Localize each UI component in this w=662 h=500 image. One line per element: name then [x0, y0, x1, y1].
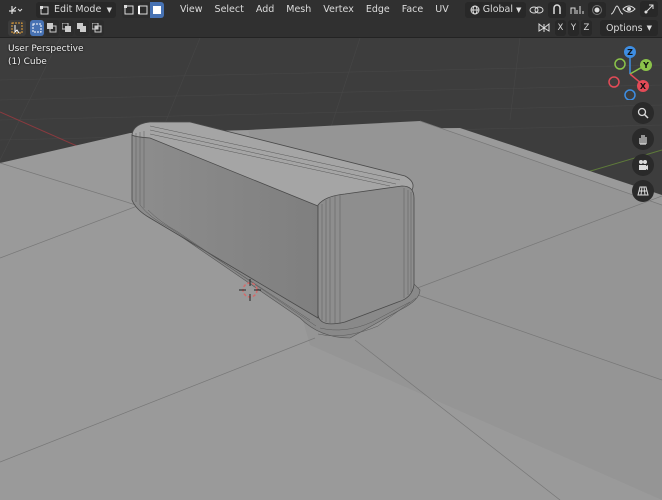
visibility-button[interactable] — [620, 1, 638, 17]
menu-bar: View Select Add Mesh Vertex Edge Face UV — [174, 2, 455, 18]
vertex-select-mode-button[interactable] — [122, 1, 136, 18]
perspective-toggle-button[interactable] — [632, 180, 654, 202]
mirror-z-button[interactable]: Z — [580, 20, 592, 36]
transform-settings: Global ▼ — [464, 1, 627, 18]
magnifier-icon — [637, 107, 649, 119]
select-extend-button[interactable] — [45, 20, 59, 36]
edge-select-icon — [138, 5, 148, 14]
active-tool-button[interactable] — [8, 20, 26, 36]
tool-settings-bar: X Y Z Options ▼ — [0, 19, 662, 38]
zoom-button[interactable] — [632, 102, 654, 124]
edge-select-mode-button[interactable] — [136, 1, 150, 18]
global-orientation-icon — [470, 5, 480, 14]
viewport-shading-segment — [122, 1, 164, 18]
chevron-down-icon: ▼ — [106, 5, 112, 14]
mirror-y-button[interactable]: Y — [567, 20, 579, 36]
snap-icon — [553, 3, 562, 14]
select-subtract-button[interactable] — [60, 20, 74, 36]
gizmo-icon — [644, 4, 654, 14]
select-invert-icon — [77, 23, 86, 32]
select-cursor-icon — [11, 22, 23, 34]
navigation-gizmo[interactable]: Z Y X — [606, 44, 654, 101]
gizmo-neg-y-axis[interactable] — [614, 58, 626, 70]
snap-target-button[interactable] — [568, 2, 586, 18]
camera-view-button[interactable] — [632, 154, 654, 176]
viewport-header: Edit Mode ▼ View Select Add Mesh Vertex … — [0, 0, 662, 19]
menu-add[interactable]: Add — [250, 2, 280, 18]
gizmo-neg-x-axis[interactable] — [608, 76, 620, 88]
mode-select[interactable]: Edit Mode ▼ — [36, 1, 116, 18]
menu-view[interactable]: View — [174, 2, 209, 18]
snap-increment-icon — [570, 5, 584, 14]
view-name: User Perspective — [8, 44, 84, 54]
mirror-x-button[interactable]: X — [554, 20, 566, 36]
link-icon — [529, 6, 544, 13]
menu-face[interactable]: Face — [396, 2, 429, 18]
select-invert-button[interactable] — [75, 20, 89, 36]
hand-icon — [639, 135, 647, 145]
pivot-point-button[interactable] — [528, 2, 546, 18]
mode-label: Edit Mode — [54, 4, 102, 15]
select-intersect-button[interactable] — [90, 20, 104, 36]
scene-render — [0, 38, 662, 500]
select-new-icon — [32, 23, 42, 33]
vertex-select-icon — [124, 4, 134, 14]
proportional-editing-icon — [592, 4, 603, 15]
edit-mode-icon — [40, 5, 49, 14]
chevron-down-icon: ▼ — [516, 5, 522, 14]
editor-type-button[interactable] — [4, 2, 28, 18]
menu-vertex[interactable]: Vertex — [317, 2, 360, 18]
tool-settings-right: X Y Z Options ▼ — [535, 20, 658, 36]
menu-edge[interactable]: Edge — [360, 2, 396, 18]
grid-perspective-icon — [637, 186, 649, 196]
menu-mesh[interactable]: Mesh — [280, 2, 317, 18]
menu-uv[interactable]: UV — [429, 2, 454, 18]
chevron-down-icon: ▼ — [646, 24, 652, 32]
butterfly-mirror-icon — [538, 22, 550, 32]
gizmo-neg-z-axis[interactable] — [624, 89, 636, 101]
gizmo-x-label: X — [640, 82, 647, 91]
selection-mode-group — [30, 20, 104, 36]
options-label: Options — [605, 22, 643, 34]
mirror-button[interactable] — [535, 20, 553, 36]
select-intersect-icon — [92, 23, 102, 33]
orientation-select[interactable]: Global ▼ — [464, 1, 527, 18]
select-subtract-icon — [62, 23, 71, 32]
orientation-label: Global — [482, 4, 513, 15]
3d-viewport[interactable]: User Perspective (1) Cube Z Y X — [0, 38, 662, 500]
object-name: (1) Cube — [8, 57, 47, 67]
face-select-icon — [153, 5, 161, 14]
camera-icon — [639, 160, 648, 170]
menu-select[interactable]: Select — [209, 2, 250, 18]
eye-icon — [622, 5, 636, 13]
options-dropdown[interactable]: Options ▼ — [599, 20, 658, 36]
axes-icon — [9, 5, 23, 14]
select-extend-icon — [47, 23, 57, 33]
gizmo-z-label: Z — [627, 48, 633, 57]
proportional-editing-button[interactable] — [588, 1, 607, 18]
gizmo-toggle-button[interactable] — [640, 1, 658, 17]
gizmo-y-label: Y — [642, 61, 649, 70]
pan-button[interactable] — [632, 128, 654, 150]
snap-toggle-button[interactable] — [548, 1, 567, 18]
overlay-controls — [620, 1, 658, 17]
face-select-mode-button[interactable] — [150, 1, 164, 18]
select-new-button[interactable] — [30, 20, 44, 36]
